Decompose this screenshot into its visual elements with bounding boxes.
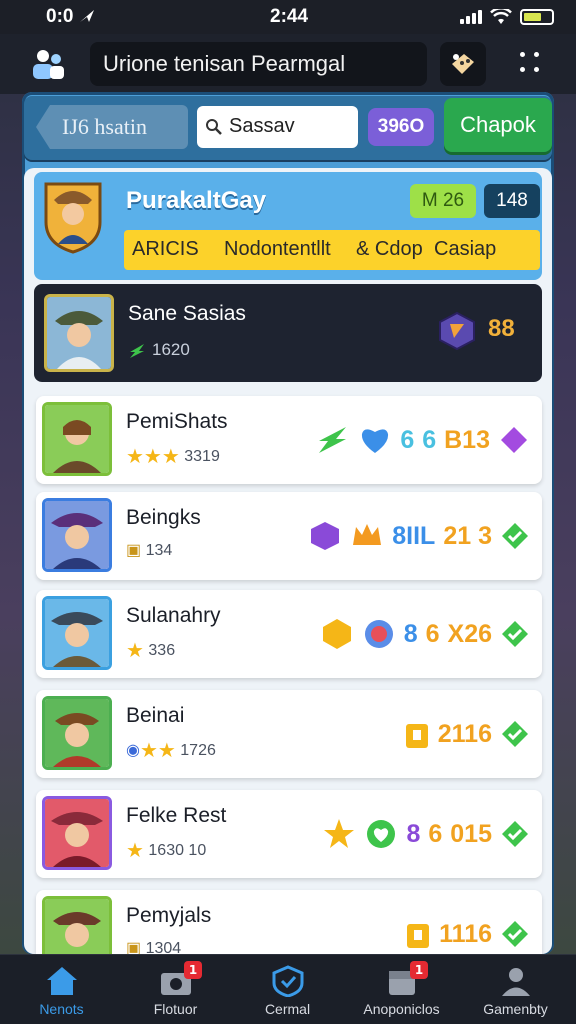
home-icon (46, 967, 77, 995)
shield-check-icon (272, 965, 303, 997)
wifi-icon (490, 9, 512, 24)
player-stat: ★ 1630 10 (126, 840, 207, 862)
status-icons (460, 9, 554, 25)
check-icon (502, 821, 528, 847)
currency-badge[interactable]: 396O (368, 108, 434, 146)
profile-icon (501, 968, 530, 996)
chest-icon (407, 924, 430, 948)
battery-icon (520, 9, 554, 25)
dice-icon (452, 54, 474, 74)
chest-icon (405, 724, 428, 748)
status-time-left: 0:0 (46, 6, 95, 28)
row-rewards: 8 6 015 (322, 812, 530, 856)
star-icon (324, 819, 355, 848)
player-stat: ★ 336 (126, 640, 176, 662)
list-item[interactable]: Felke Rest ★ 1630 10 8 6 015 (36, 790, 542, 878)
action-button[interactable]: Chapok (444, 98, 552, 152)
row-rewards: 8 6 X26 (320, 612, 530, 656)
lightning-icon (130, 343, 144, 358)
heart-badge-icon (367, 820, 396, 848)
featured-name: Sane Sasias (128, 302, 246, 325)
tab-flotuor[interactable]: 1 Flotuor (118, 955, 233, 1024)
player-stat: ▣ 1304 (126, 940, 182, 954)
tab-anoponiclos[interactable]: 1 Anoponiclos (344, 955, 459, 1024)
search-value: Sassav (229, 115, 295, 137)
signal-icon (460, 10, 482, 24)
tab-gamenbty[interactable]: Gamenbty (458, 955, 573, 1024)
tab-cermal[interactable]: Cermal (230, 955, 345, 1024)
row-rewards: 2116 (404, 712, 530, 756)
people-icon[interactable] (30, 47, 66, 81)
featured-stat: 1620 (128, 340, 190, 360)
player-name: Pemyjals (126, 904, 212, 927)
player-stat: ★★★ 3319 (126, 446, 220, 468)
orb-icon (364, 620, 393, 648)
status-bar: 0:0 2:44 (0, 0, 576, 34)
featured-score: 88 (488, 315, 515, 342)
tab-cdop[interactable]: & Cdop (356, 238, 423, 261)
crown-icon (353, 524, 382, 545)
cube-icon (311, 522, 340, 550)
category-tabs: ARICIS Nodontentllt & Cdop Casiap (124, 230, 540, 270)
profile-name: PurakaltGay (126, 187, 267, 214)
notification-badge: 1 (410, 961, 428, 979)
featured-avatar (44, 294, 114, 372)
rank-pill: 148 (484, 184, 540, 218)
profile-shield-avatar[interactable] (40, 178, 106, 254)
gem-icon (439, 311, 475, 351)
check-icon (502, 921, 528, 947)
search-icon (206, 119, 222, 135)
tab-casiap[interactable]: Casiap (434, 238, 496, 261)
player-avatar (42, 896, 112, 954)
list-item[interactable]: PemiShats ★★★ 3319 6 6 B13 (36, 396, 542, 484)
player-name: PemiShats (126, 410, 228, 433)
player-name: Sulanahry (126, 604, 221, 627)
player-stat: ▣ 134 (126, 542, 173, 559)
tab-nodontentllt[interactable]: Nodontentllt (224, 238, 331, 261)
player-avatar (42, 596, 112, 670)
title-field[interactable]: Urione tenisan Pearmgal (90, 42, 427, 86)
location-arrow-icon (79, 10, 94, 22)
search-input[interactable]: Sassav (197, 106, 358, 148)
list-item[interactable]: Sulanahry ★ 336 8 6 X26 (36, 590, 542, 678)
player-avatar (42, 796, 112, 870)
game-menu-button[interactable] (440, 42, 486, 86)
list-item[interactable]: Pemyjals ▣ 1304 1116 (36, 890, 542, 954)
notification-badge: 1 (184, 961, 202, 979)
row-rewards: 8IIL 21 3 (308, 514, 530, 558)
player-avatar (42, 696, 112, 770)
heart-icon (362, 429, 389, 453)
level-pill: M 26 (410, 184, 476, 218)
tab-aricis[interactable]: ARICIS (132, 238, 199, 261)
player-avatar (42, 498, 112, 572)
diamond-icon (501, 427, 527, 453)
bottom-nav: Nenots 1 Flotuor Cermal 1 Anoponiclos Ga… (0, 954, 576, 1024)
row-rewards: 6 6 B13 (316, 418, 530, 462)
player-name: Felke Rest (126, 804, 227, 827)
list-item[interactable]: Beinai ◉★★ 1726 2116 (36, 690, 542, 778)
check-icon (502, 721, 528, 747)
check-icon (502, 523, 528, 549)
lightning-icon (319, 427, 347, 453)
player-avatar (42, 402, 112, 476)
tab-nenots[interactable]: Nenots (4, 955, 119, 1024)
more-options-icon[interactable] (520, 52, 544, 76)
back-button[interactable]: IJ6 hsatin (36, 105, 188, 149)
check-icon (502, 621, 528, 647)
status-time: 2:44 (270, 6, 309, 27)
row-rewards: 1116 (405, 912, 530, 954)
player-name: Beinai (126, 704, 185, 727)
player-stat: ◉★★ 1726 (126, 740, 216, 762)
player-name: Beingks (126, 506, 201, 529)
badge-icon (322, 619, 351, 649)
top-bar: Urione tenisan Pearmgal (0, 34, 576, 94)
list-item[interactable]: Beingks ▣ 134 8IIL 21 3 (36, 492, 542, 580)
